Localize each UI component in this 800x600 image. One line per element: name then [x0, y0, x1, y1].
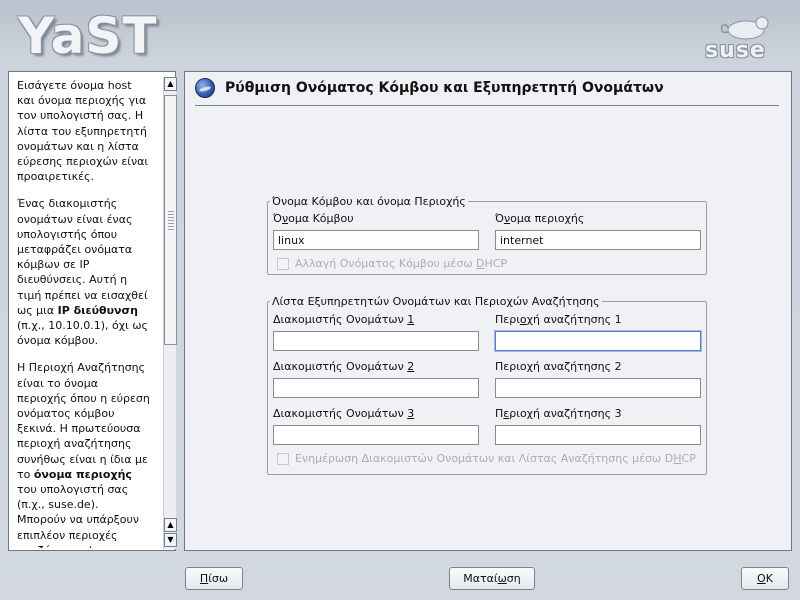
nameserver-3-input[interactable]: [273, 425, 479, 445]
update-dns-dhcp-checkbox[interactable]: [277, 453, 289, 465]
scroll-thumb[interactable]: [164, 95, 177, 345]
scroll-down-button[interactable]: ▼: [164, 533, 177, 547]
help-paragraph: Εισάγετε όνομα host και όνομα περιοχής γ…: [17, 79, 149, 184]
domain-label: Όνομα περιοχής: [495, 212, 585, 225]
nameserver-1-label: Διακομιστής Ονομάτων 1: [273, 313, 415, 326]
search-domain-1-input[interactable]: [495, 331, 701, 351]
change-hostname-dhcp-label: Αλλαγή Ονόματος Κόμβου μέσω DHCP: [295, 257, 508, 270]
back-button[interactable]: Πίσω: [185, 567, 243, 590]
help-text: Εισάγετε όνομα host και όνομα περιοχής γ…: [17, 78, 151, 548]
hostname-label: Όνομα Κόμβου: [273, 212, 354, 225]
abort-button[interactable]: Ματαίωση: [449, 567, 535, 590]
search-domain-3-label: Περιοχή αναζήτησης 3: [495, 407, 622, 420]
nameserver-2-input[interactable]: [273, 378, 479, 398]
main-pane: Ρύθμιση Ονόματος Κόμβου και Εξυπηρετητή …: [184, 71, 792, 551]
suse-logo: suse: [700, 8, 780, 64]
search-domain-2-label: Περιοχή αναζήτησης 2: [495, 360, 622, 373]
nameserver-2-label: Διακομιστής Ονομάτων 2: [273, 360, 415, 373]
help-pane[interactable]: Εισάγετε όνομα host και όνομα περιοχής γ…: [8, 71, 177, 551]
search-domain-1-label: Περιοχή αναζήτησης 1: [495, 313, 622, 326]
help-scrollbar[interactable]: ▲ ▲ ▼: [163, 77, 177, 549]
title-divider: [195, 105, 779, 106]
network-globe-icon: [195, 78, 215, 98]
suse-wordmark: suse: [705, 38, 766, 63]
domain-input[interactable]: [495, 230, 701, 250]
page-title: Ρύθμιση Ονόματος Κόμβου και Εξυπηρετητή …: [225, 80, 664, 96]
help-paragraph: Η Περιοχή Αναζήτησης είναι το όνομα περι…: [17, 361, 150, 548]
search-domain-2-input[interactable]: [495, 378, 701, 398]
hostname-input[interactable]: [273, 230, 479, 250]
ok-button[interactable]: OK: [741, 567, 789, 590]
help-paragraph: Ένας διακομιστής ονομάτων είναι ένας υπο…: [17, 197, 148, 348]
update-dns-dhcp-label: Ενημέρωση Διακομιστών Ονομάτων και Λίστα…: [295, 452, 696, 465]
search-domain-3-input[interactable]: [495, 425, 701, 445]
nameserver-1-input[interactable]: [273, 331, 479, 351]
scroll-up-button-bottom[interactable]: ▲: [164, 518, 177, 532]
hostname-group-legend: Όνομα Κόμβου και όνομα Περιοχής: [272, 195, 466, 208]
yast-logo: YaST: [18, 7, 158, 65]
nameserver-group-legend: Λίστα Εξυπηρετητών Ονομάτων και Περιοχών…: [272, 295, 600, 308]
change-hostname-dhcp-checkbox[interactable]: [277, 258, 289, 270]
scroll-up-button[interactable]: ▲: [164, 77, 177, 91]
nameserver-3-label: Διακομιστής Ονομάτων 3: [273, 407, 415, 420]
